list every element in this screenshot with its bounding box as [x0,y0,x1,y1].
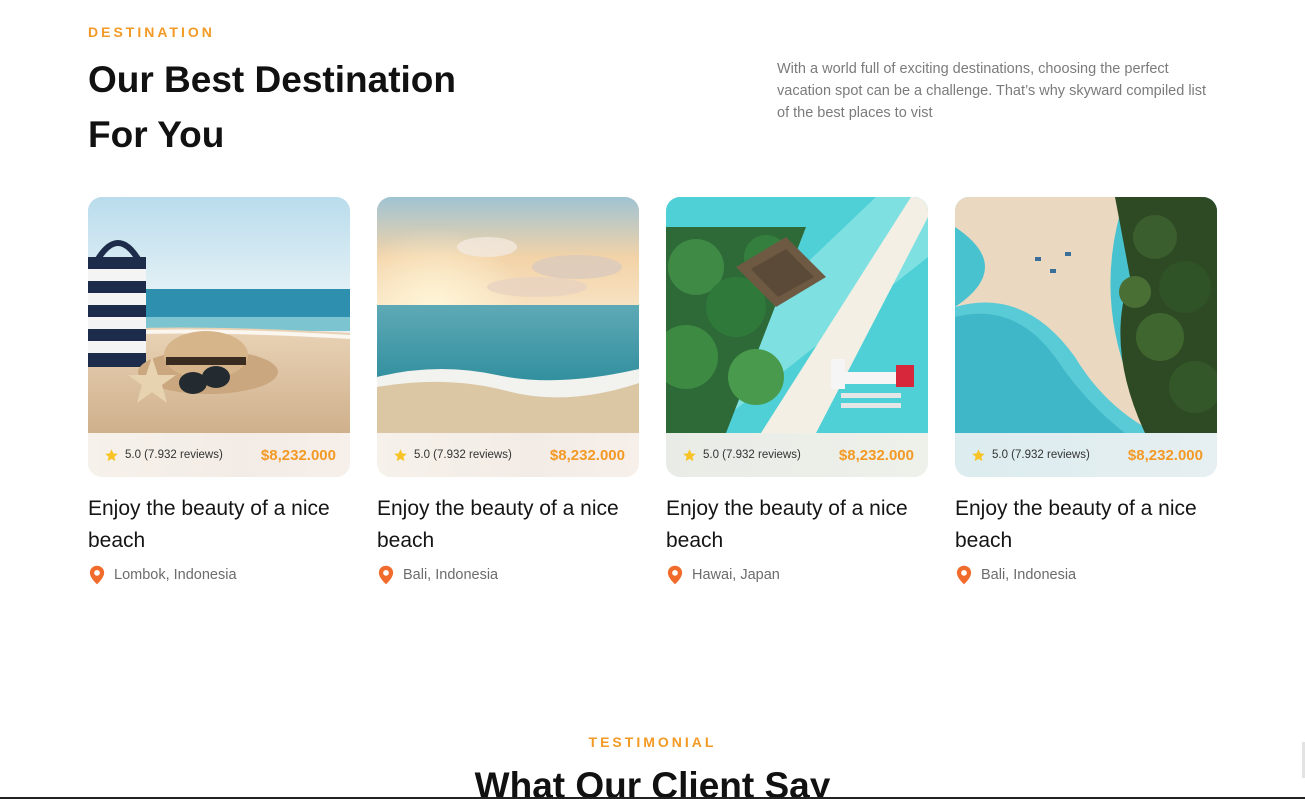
map-pin-icon [956,565,972,585]
rating-text: 5.0 (7.932 reviews) [414,449,512,461]
card-image[interactable]: 5.0 (7.932 reviews) $8,232.000 [88,197,350,477]
rating-text: 5.0 (7.932 reviews) [125,449,223,461]
location: Hawai, Japan [666,565,928,585]
destination-card[interactable]: 5.0 (7.932 reviews) $8,232.000 Enjoy the… [377,197,639,585]
map-pin-icon [667,565,683,585]
sunset-beach-photo [377,197,639,433]
island-seaplane-photo [666,197,928,433]
card-title[interactable]: Enjoy the beauty of a nice beach [666,493,916,557]
rating: 5.0 (7.932 reviews) [393,448,512,463]
location: Bali, Indonesia [377,565,639,585]
location-text: Lombok, Indonesia [114,567,237,583]
destination-card[interactable]: 5.0 (7.932 reviews) $8,232.000 Enjoy the… [88,197,350,585]
star-icon [105,448,118,461]
price: $8,232.000 [1127,446,1203,464]
price: $8,232.000 [838,446,914,464]
card-info-bar: 5.0 (7.932 reviews) $8,232.000 [377,433,639,477]
rating-text: 5.0 (7.932 reviews) [703,449,801,461]
star-icon [683,448,696,461]
card-title[interactable]: Enjoy the beauty of a nice beach [88,493,338,557]
destination-card[interactable]: 5.0 (7.932 reviews) $8,232.000 Enjoy the… [666,197,928,585]
price: $8,232.000 [260,446,336,464]
section-description: With a world full of exciting destinatio… [777,61,1207,121]
location: Lombok, Indonesia [88,565,350,585]
map-pin-icon [378,565,394,585]
card-title[interactable]: Enjoy the beauty of a nice beach [955,493,1205,557]
aerial-beach-photo [955,197,1217,433]
rating: 5.0 (7.932 reviews) [971,448,1090,463]
card-image[interactable]: 5.0 (7.932 reviews) $8,232.000 [377,197,639,477]
section-title: Our Best Destination For You [88,59,456,155]
destination-cards: 5.0 (7.932 reviews) $8,232.000 Enjoy the… [88,197,1217,585]
card-title[interactable]: Enjoy the beauty of a nice beach [377,493,627,557]
price: $8,232.000 [549,446,625,464]
card-image[interactable]: 5.0 (7.932 reviews) $8,232.000 [666,197,928,477]
card-info-bar: 5.0 (7.932 reviews) $8,232.000 [88,433,350,477]
location-text: Bali, Indonesia [403,567,499,583]
destination-card[interactable]: 5.0 (7.932 reviews) $8,232.000 Enjoy the… [955,197,1217,585]
location-text: Hawai, Japan [692,567,780,583]
testimonial-title: What Our Client Say [474,765,831,799]
star-icon [972,448,985,461]
card-info-bar: 5.0 (7.932 reviews) $8,232.000 [955,433,1217,477]
destination-page: DESTINATION Our Best Destination For You… [0,0,1305,799]
rating: 5.0 (7.932 reviews) [682,448,801,463]
star-icon [394,448,407,461]
map-pin-icon [89,565,105,585]
card-image[interactable]: 5.0 (7.932 reviews) $8,232.000 [955,197,1217,477]
section-eyebrow: DESTINATION [88,24,215,40]
rating: 5.0 (7.932 reviews) [104,448,223,463]
location-text: Bali, Indonesia [981,567,1077,583]
location: Bali, Indonesia [955,565,1217,585]
beach-bag-photo [88,197,350,433]
card-info-bar: 5.0 (7.932 reviews) $8,232.000 [666,433,928,477]
testimonial-eyebrow: TESTIMONIAL [588,734,717,750]
rating-text: 5.0 (7.932 reviews) [992,449,1090,461]
